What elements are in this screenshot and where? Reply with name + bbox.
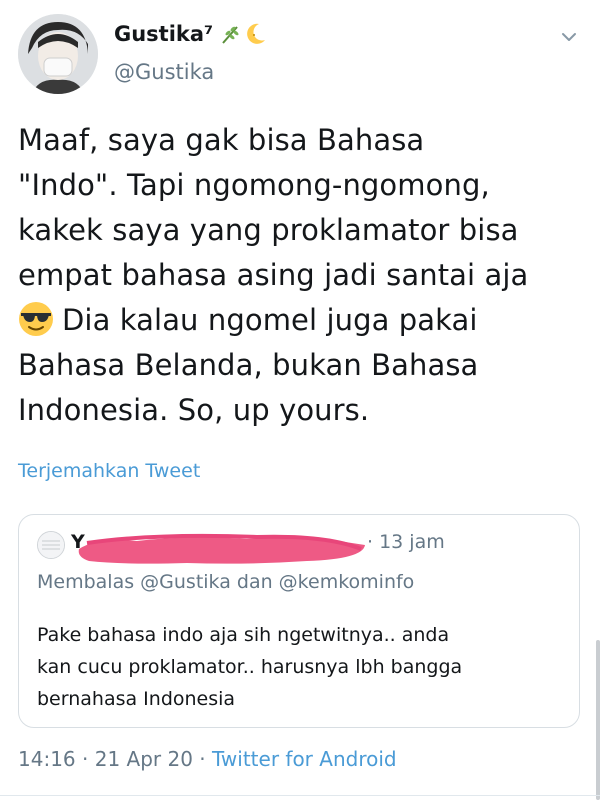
quoted-author-avatar bbox=[37, 531, 65, 559]
quoted-avatar-image bbox=[38, 532, 64, 558]
author-handle[interactable]: @Gustika bbox=[114, 60, 214, 84]
meta-separator: · bbox=[75, 747, 95, 771]
reply-context[interactable]: Membalas @Gustika dan @kemkominfo bbox=[37, 571, 414, 593]
crescent-moon-icon bbox=[247, 23, 266, 44]
tweet-date: 21 Apr 20 bbox=[94, 747, 193, 771]
avatar-photo bbox=[18, 14, 98, 94]
tweet-line-with-emoji: Dia kalau ngomel juga pakai bbox=[18, 298, 584, 343]
quoted-time-value: 13 jam bbox=[379, 531, 445, 553]
tweet-line: empat bahasa asing jadi santai aja bbox=[18, 258, 529, 292]
redaction-scribble bbox=[78, 533, 365, 564]
author-badges bbox=[219, 22, 267, 46]
herb-icon bbox=[222, 26, 239, 44]
author-name-row[interactable]: Gustika⁷ bbox=[114, 22, 267, 46]
tweet-meta: 14:16 · 21 Apr 20 · Twitter for Android bbox=[18, 747, 397, 771]
quoted-line: Pake bahasa indo aja sih ngetwitnya.. an… bbox=[37, 624, 450, 646]
divider bbox=[0, 795, 600, 796]
quoted-line: kan cucu proklamator.. harusnya lbh bang… bbox=[37, 656, 463, 678]
quoted-tweet-text: Pake bahasa indo aja sih ngetwitnya.. an… bbox=[37, 619, 567, 715]
quoted-line: bernahasa Indonesia bbox=[37, 688, 236, 710]
tweet-time: 14:16 bbox=[18, 747, 76, 771]
author-display-name[interactable]: Gustika⁷ bbox=[114, 22, 213, 46]
tweet-line: "Indo". Tapi ngomong-ngomong, bbox=[18, 168, 490, 202]
tweet-line: Dia kalau ngomel juga pakai bbox=[62, 303, 478, 337]
chevron-down-icon[interactable] bbox=[558, 26, 580, 48]
quoted-tweet-card[interactable]: Y · 13 jam Membalas @Gustika dan @kemkom… bbox=[18, 514, 580, 728]
translate-tweet-link[interactable]: Terjemahkan Tweet bbox=[18, 460, 200, 482]
tweet-line: Indonesia. So, up yours. bbox=[18, 393, 370, 427]
tweet-line: Maaf, saya gak bisa Bahasa bbox=[18, 123, 425, 157]
tweet-text: Maaf, saya gak bisa Bahasa "Indo". Tapi … bbox=[18, 118, 584, 433]
author-avatar[interactable] bbox=[18, 14, 98, 94]
smiling-face-with-sunglasses-icon bbox=[19, 302, 53, 336]
tweet-source-link[interactable]: Twitter for Android bbox=[212, 747, 397, 771]
meta-separator: · bbox=[192, 747, 213, 771]
tweet-line: kakek saya yang proklamator bisa bbox=[18, 213, 519, 247]
quoted-tweet-time: · 13 jam bbox=[367, 531, 445, 553]
tweet-line: Bahasa Belanda, bukan Bahasa bbox=[18, 348, 479, 382]
scrollbar[interactable] bbox=[596, 640, 600, 800]
